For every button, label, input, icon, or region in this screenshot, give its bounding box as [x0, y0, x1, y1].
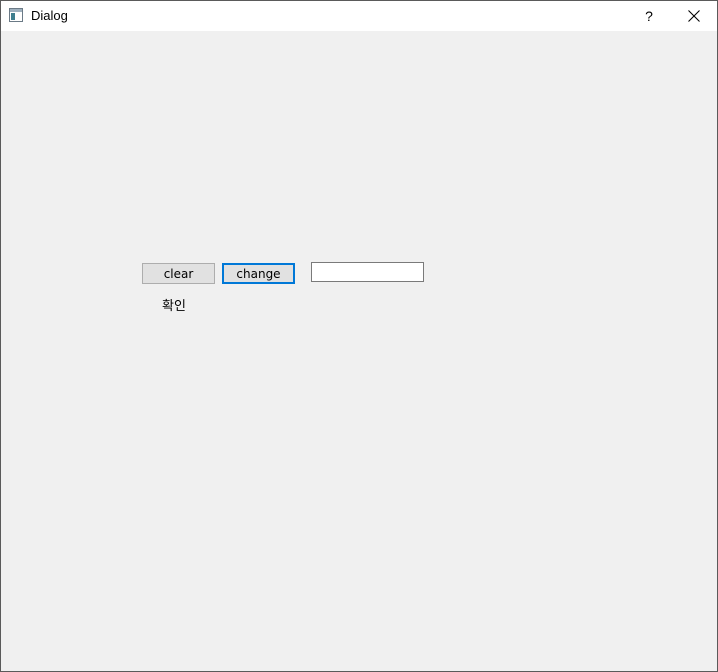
clear-button[interactable]: clear: [142, 263, 215, 284]
dialog-window: Dialog ? clear change 확인: [0, 0, 718, 672]
text-input[interactable]: [311, 262, 424, 282]
close-button[interactable]: [671, 1, 717, 31]
dialog-content: clear change 확인: [1, 31, 717, 671]
help-button[interactable]: ?: [626, 1, 672, 31]
app-window-icon: [9, 8, 23, 22]
change-button[interactable]: change: [222, 263, 295, 284]
confirm-label: 확인: [162, 299, 186, 314]
title-bar[interactable]: Dialog ?: [1, 1, 717, 31]
window-title: Dialog: [31, 8, 68, 23]
close-icon: [688, 10, 700, 22]
